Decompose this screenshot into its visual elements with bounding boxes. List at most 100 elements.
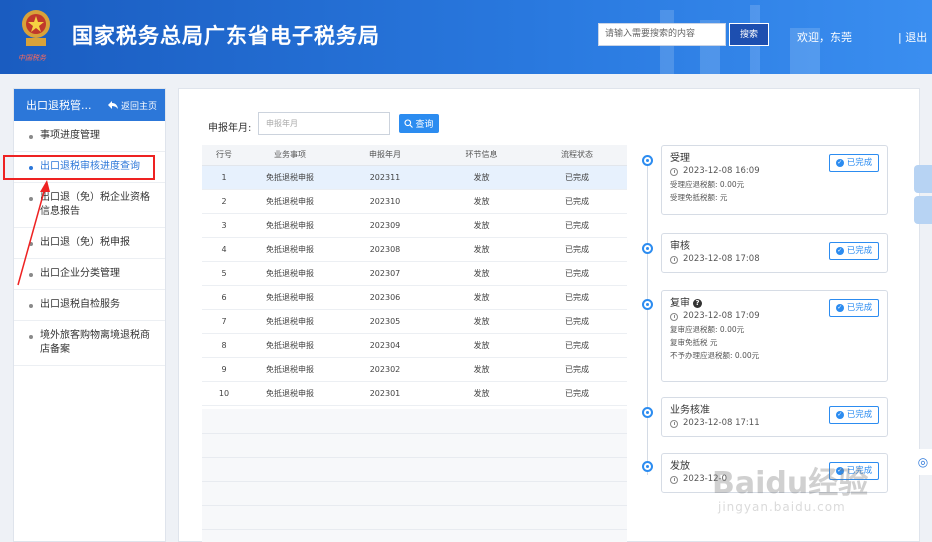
table-cell: 免抵退税申报 — [246, 357, 334, 382]
step-detail: 复审应退税额: 0.00元 — [670, 325, 745, 334]
table-cell: 4 — [202, 237, 246, 262]
table-cell: 免抵退税申报 — [246, 309, 334, 334]
search-button[interactable]: 搜索 — [729, 23, 769, 46]
table-cell: 202309 — [334, 213, 436, 238]
timeline-dot — [642, 299, 653, 310]
watermark: Baidu经验 — [712, 466, 869, 501]
table-cell: 已完成 — [527, 237, 627, 262]
table-divider — [202, 457, 627, 458]
table-cell: 已完成 — [527, 261, 627, 286]
back-home-link[interactable]: 返回主页 — [107, 99, 157, 112]
emblem-caption: 中国税务 — [18, 54, 46, 62]
table-divider — [202, 481, 627, 482]
welcome-text: 欢迎，东莞 — [797, 31, 852, 44]
col-header: 行号 — [202, 145, 246, 166]
table-cell: 202307 — [334, 261, 436, 286]
top-header: 中国税务 国家税务总局广东省电子税务局 请输入需要搜索的内容 搜索 欢迎，东莞 … — [0, 0, 932, 74]
back-arrow-icon — [107, 101, 118, 109]
col-header: 环节信息 — [436, 145, 527, 166]
table-row[interactable]: 3 免抵退税申报 202309 发放 已完成 — [202, 213, 627, 238]
table-cell: 已完成 — [527, 189, 627, 214]
sidebar-item-qualification[interactable]: 出口退（免）税企业资格信息报告 — [14, 183, 165, 228]
table-row[interactable]: 5 免抵退税申报 202307 发放 已完成 — [202, 261, 627, 286]
table-row[interactable]: 7 免抵退税申报 202305 发放 已完成 — [202, 309, 627, 334]
sidebar-item-classification[interactable]: 出口企业分类管理 — [14, 259, 165, 290]
help-icon[interactable]: ? — [693, 299, 702, 308]
logout-link[interactable]: | 退出 — [898, 29, 927, 45]
step-detail: 受理免抵税额: 元 — [670, 193, 728, 202]
col-header: 流程状态 — [527, 145, 627, 166]
sidebar-item-self-check[interactable]: 出口退税自检服务 — [14, 290, 165, 321]
customer-service-icon[interactable]: ◎ — [914, 449, 932, 475]
sidebar-item-declaration[interactable]: 出口退（免）税申报 — [14, 228, 165, 259]
table-row[interactable]: 4 免抵退税申报 202308 发放 已完成 — [202, 237, 627, 262]
sidebar-header: 出口退税管... 返回主页 — [14, 89, 165, 121]
clock-icon — [670, 167, 678, 176]
table-divider — [202, 529, 627, 530]
status-badge: ✓ 已完成 — [829, 154, 879, 172]
table-divider — [202, 433, 627, 434]
table-cell: 202306 — [334, 285, 436, 310]
table-cell: 发放 — [436, 189, 527, 214]
table-row[interactable]: 10 免抵退税申报 202301 发放 已完成 — [202, 381, 627, 406]
table-divider — [202, 505, 627, 506]
table-row[interactable]: 2 免抵退税申报 202310 发放 已完成 — [202, 189, 627, 214]
table-cell: 202302 — [334, 357, 436, 382]
sidebar-item-progress[interactable]: 事项进度管理 — [14, 121, 165, 152]
sidebar-item-store-filing[interactable]: 境外旅客购物离境退税商店备案 — [14, 321, 165, 366]
timeline-card-approve: 业务核准 2023-12-08 17:11 ✓ 已完成 — [661, 397, 888, 437]
timeline-card-review: 审核 2023-12-08 17:08 ✓ 已完成 — [661, 233, 888, 273]
table-cell: 免抵退税申报 — [246, 261, 334, 286]
table-row[interactable]: 1 免抵退税申报 202311 发放 已完成 — [202, 165, 627, 190]
side-float-tab[interactable] — [914, 196, 932, 224]
table-empty-area — [202, 409, 627, 542]
search-input[interactable]: 请输入需要搜索的内容 — [598, 23, 726, 46]
table-cell: 已完成 — [527, 357, 627, 382]
table-row[interactable]: 6 免抵退税申报 202306 发放 已完成 — [202, 285, 627, 310]
table-cell: 202310 — [334, 189, 436, 214]
sidebar-item-label: 境外旅客购物离境退税商店备案 — [40, 330, 150, 355]
table-cell: 免抵退税申报 — [246, 333, 334, 358]
table-cell: 已完成 — [527, 333, 627, 358]
table-cell: 5 — [202, 261, 246, 286]
table-cell: 发放 — [436, 357, 527, 382]
timeline-card-accept: 受理 2023-12-08 16:09 受理应退税额: 0.00元 受理免抵税额… — [661, 145, 888, 215]
side-float-tab[interactable] — [914, 165, 932, 193]
declare-month-input[interactable]: 申报年月 — [258, 112, 390, 135]
table-row[interactable]: 9 免抵退税申报 202302 发放 已完成 — [202, 357, 627, 382]
table-cell: 免抵退税申报 — [246, 165, 334, 190]
table-cell: 免抵退税申报 — [246, 213, 334, 238]
table-cell: 202305 — [334, 309, 436, 334]
sidebar-title: 出口退税管... — [26, 99, 92, 112]
timeline-dot — [642, 155, 653, 166]
clock-icon — [670, 475, 678, 484]
clock-icon — [670, 255, 678, 264]
check-icon: ✓ — [835, 159, 844, 167]
table-cell: 发放 — [436, 309, 527, 334]
table-cell: 已完成 — [527, 309, 627, 334]
table-cell: 免抵退税申报 — [246, 189, 334, 214]
step-detail: 复审免抵税 元 — [670, 338, 718, 347]
table-cell: 202304 — [334, 333, 436, 358]
table-cell: 9 — [202, 357, 246, 382]
table-cell: 发放 — [436, 237, 527, 262]
search-icon — [404, 119, 414, 128]
status-badge: ✓ 已完成 — [829, 299, 879, 317]
check-icon: ✓ — [835, 411, 844, 419]
table-cell: 发放 — [436, 213, 527, 238]
table-cell: 3 — [202, 213, 246, 238]
query-button[interactable]: 查询 — [399, 114, 439, 133]
col-header: 业务事项 — [246, 145, 334, 166]
table-row[interactable]: 8 免抵退税申报 202304 发放 已完成 — [202, 333, 627, 358]
table-cell: 发放 — [436, 165, 527, 190]
step-title: 复审 — [670, 298, 690, 309]
table-cell: 7 — [202, 309, 246, 334]
sidebar-item-label: 事项进度管理 — [40, 130, 100, 141]
table-cell: 已完成 — [527, 381, 627, 406]
check-icon: ✓ — [835, 304, 844, 312]
table-cell: 已完成 — [527, 285, 627, 310]
step-detail: 受理应退税额: 0.00元 — [670, 180, 745, 189]
sidebar-item-label: 出口退（免）税申报 — [40, 237, 130, 248]
table-cell: 免抵退税申报 — [246, 237, 334, 262]
table-cell: 发放 — [436, 285, 527, 310]
